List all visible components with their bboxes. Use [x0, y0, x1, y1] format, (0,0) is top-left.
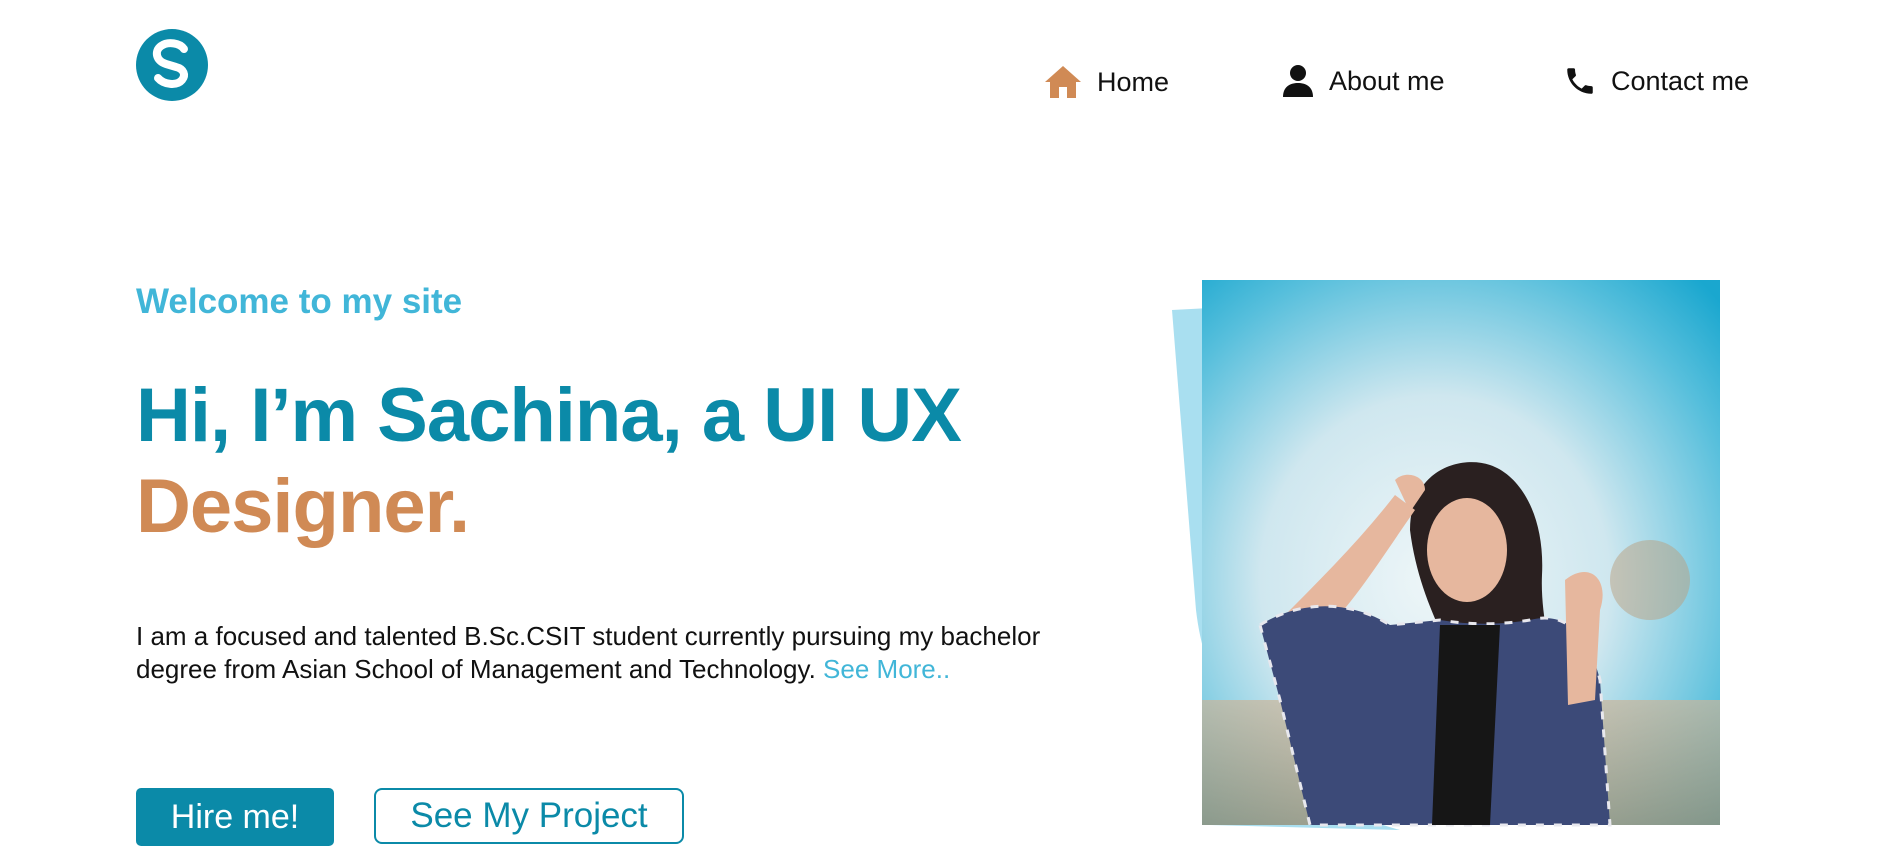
headline-line-2: Designer.: [136, 464, 470, 549]
nav-home[interactable]: Home: [1043, 64, 1169, 100]
phone-icon: [1567, 68, 1593, 94]
hire-me-button[interactable]: Hire me!: [136, 788, 334, 846]
see-project-button[interactable]: See My Project: [374, 788, 684, 844]
nav-contact[interactable]: Contact me: [1563, 64, 1749, 98]
nav-about-label: About me: [1329, 65, 1445, 96]
portrait-photo: [1172, 280, 1720, 830]
hero-headline: Hi, I’m Sachina, a UI UX Designer.: [136, 370, 962, 552]
home-icon: [1045, 66, 1081, 98]
welcome-text: Welcome to my site: [136, 282, 463, 321]
bio-paragraph: I am a focused and talented B.Sc.CSIT st…: [136, 620, 1056, 686]
headline-line-1: Hi, I’m Sachina, a UI UX: [136, 373, 962, 458]
nav-about[interactable]: About me: [1281, 64, 1445, 98]
person-icon: [1283, 65, 1313, 97]
profile-portrait: [1170, 280, 1730, 840]
nav-home-label: Home: [1097, 66, 1170, 97]
nav-contact-label: Contact me: [1611, 65, 1750, 96]
see-more-link[interactable]: See More..: [823, 654, 950, 684]
main-nav: Home About me Contact me: [0, 64, 1877, 108]
